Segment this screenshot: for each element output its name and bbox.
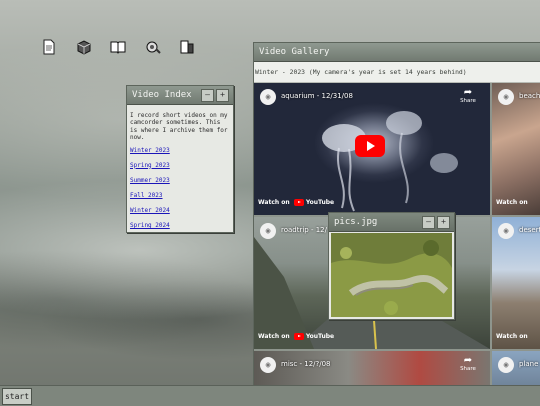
channel-avatar[interactable]: ◉	[260, 357, 276, 373]
document-icon[interactable]	[40, 38, 58, 56]
video-index-titlebar[interactable]: Video Index – +	[127, 86, 233, 105]
index-description: I record short videos on my camcorder so…	[130, 112, 228, 142]
channel-avatar[interactable]: ◉	[260, 89, 276, 105]
channel-avatar[interactable]: ◉	[498, 89, 514, 105]
gallery-breadcrumb: Winter - 2023 (My camera's year is set 1…	[254, 62, 540, 83]
window-title: pics.jpg	[334, 217, 378, 227]
taskbar: start	[0, 385, 540, 406]
channel-avatar[interactable]: ◉	[498, 357, 514, 373]
play-button[interactable]	[355, 135, 385, 157]
video-title[interactable]: plane -	[519, 360, 540, 368]
pics-image	[331, 233, 452, 317]
channel-avatar[interactable]: ◉	[498, 223, 514, 239]
season-link-list: Winter 2023 Spring 2023 Summer 2023 Fall…	[130, 147, 230, 230]
watch-on-youtube[interactable]: Watch on YouTube	[258, 333, 334, 340]
book-icon[interactable]	[109, 38, 127, 56]
pics-titlebar[interactable]: pics.jpg – +	[329, 213, 454, 232]
video-tile-desert[interactable]: ◉ desert Watch on	[492, 217, 540, 349]
pics-viewer-window[interactable]: pics.jpg – +	[328, 212, 455, 320]
link-winter-2024[interactable]: Winter 2024	[130, 207, 230, 214]
minimize-button[interactable]: –	[422, 216, 435, 229]
package-icon[interactable]	[75, 38, 93, 56]
video-title[interactable]: beach	[519, 92, 540, 100]
start-button[interactable]: start	[2, 388, 32, 405]
link-fall-2023[interactable]: Fall 2023	[130, 192, 230, 199]
video-tile-aquarium[interactable]: ◉ aquarium - 12/31/08 ➦ Share Watch on Yo…	[254, 83, 490, 215]
video-title[interactable]: roadtrip - 12/	[281, 226, 327, 234]
link-spring-2023[interactable]: Spring 2023	[130, 162, 230, 169]
video-title[interactable]: aquarium - 12/31/08	[281, 92, 353, 100]
video-tile-misc[interactable]: ◉ misc - 12/?/08 ➦ Share	[254, 351, 490, 386]
watch-on-youtube[interactable]: Watch on YouTube	[258, 199, 334, 206]
video-index-window[interactable]: Video Index – + I record short videos on …	[126, 85, 234, 233]
link-summer-2023[interactable]: Summer 2023	[130, 177, 230, 184]
video-title[interactable]: misc - 12/?/08	[281, 360, 330, 368]
window-title: Video Gallery	[259, 47, 330, 57]
maximize-button[interactable]: +	[437, 216, 450, 229]
watch-on-youtube[interactable]: Watch on	[496, 199, 528, 206]
video-tile-beach[interactable]: ◉ beach Watch on	[492, 83, 540, 215]
share-button[interactable]: ➦ Share	[458, 88, 478, 105]
link-spring-2024[interactable]: Spring 2024	[130, 222, 230, 229]
video-gallery-titlebar[interactable]: Video Gallery	[254, 43, 540, 62]
minimize-button[interactable]: –	[201, 89, 214, 102]
video-title[interactable]: desert	[519, 226, 540, 234]
channel-avatar[interactable]: ◉	[260, 223, 276, 239]
link-winter-2023[interactable]: Winter 2023	[130, 147, 230, 154]
maximize-button[interactable]: +	[216, 89, 229, 102]
share-button[interactable]: ➦ Share	[458, 356, 478, 373]
folder-icon[interactable]	[178, 38, 196, 56]
watch-on-youtube[interactable]: Watch on	[496, 333, 528, 340]
video-tile-plane[interactable]: ◉ plane -	[492, 351, 540, 386]
window-title: Video Index	[132, 90, 192, 100]
settings-icon[interactable]	[144, 38, 162, 56]
